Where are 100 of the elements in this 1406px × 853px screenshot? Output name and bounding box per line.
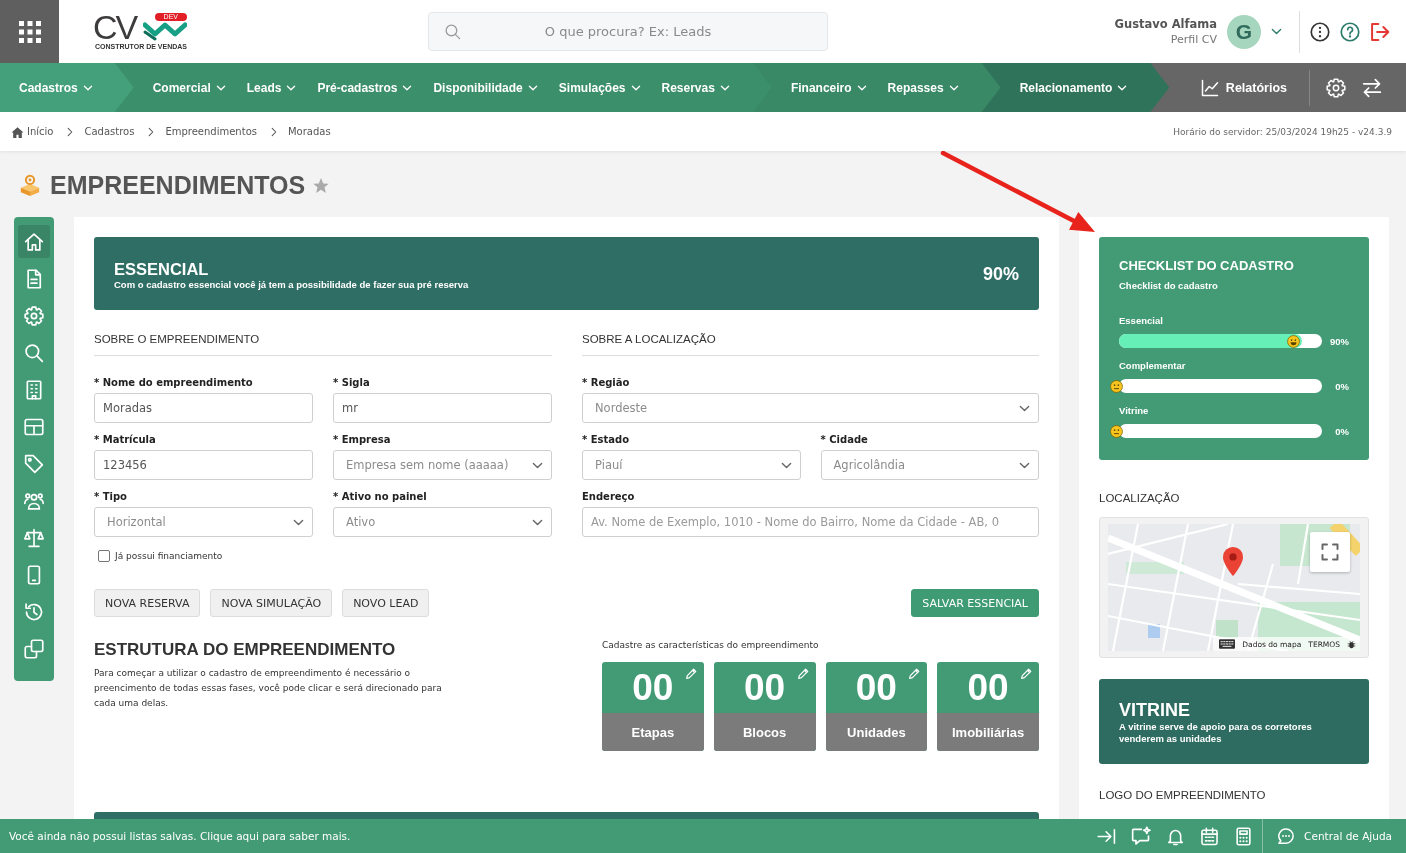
banner-subtitle: Com o cadastro essencial você já tem a possibilidade de fazer sua pré reserva — [114, 278, 469, 291]
section-heading: LOCALIZAÇÃO — [1099, 492, 1180, 504]
search-icon — [444, 23, 461, 40]
breadcrumb-link[interactable]: Cadastros — [84, 126, 135, 137]
swap-arrows-icon[interactable] — [1362, 77, 1382, 98]
select-field[interactable]: Horizontal — [94, 507, 313, 537]
field-label: * Região — [582, 376, 631, 389]
breadcrumb-link[interactable]: Início — [11, 125, 54, 138]
chevron-down-icon — [293, 518, 304, 526]
map-pin-icon[interactable] — [1222, 546, 1244, 577]
action-button[interactable]: NOVO LEAD — [342, 589, 430, 617]
nav-menu-item[interactable]: Repasses — [887, 80, 959, 95]
tile-count: 00 — [967, 667, 1009, 708]
input-field[interactable]: 123456 — [94, 450, 313, 480]
user-avatar[interactable]: G — [1227, 14, 1261, 49]
chevron-down-icon — [215, 84, 226, 91]
box-gear-icon — [19, 174, 41, 196]
section-heading: SOBRE A LOCALIZAÇÃO — [582, 333, 716, 345]
chevron-down-icon — [719, 84, 730, 91]
nav-menu-item[interactable]: Relacionamento — [1019, 80, 1128, 95]
breadcrumb-link[interactable]: Empreendimentos — [165, 126, 257, 137]
select-field[interactable]: Empresa sem nome (aaaaa) — [333, 450, 552, 480]
count-tile[interactable]: 00 Imobiliárias — [937, 662, 1039, 751]
select-field[interactable]: Nordeste — [582, 393, 1039, 423]
count-tile[interactable]: 00 Etapas — [602, 662, 704, 751]
reports-button[interactable]: Relatórios — [1200, 78, 1287, 97]
select-field[interactable]: Agricolândia — [820, 450, 1039, 480]
nav-menu-item[interactable]: Disponibilidade — [433, 80, 538, 95]
select-field[interactable]: Piauí — [582, 450, 801, 480]
nav-menu-item[interactable]: Cadastros — [19, 80, 93, 95]
logout-icon[interactable] — [1370, 21, 1390, 42]
line-chart-icon — [1200, 78, 1219, 97]
nav-menu-item[interactable]: Leads — [246, 80, 297, 95]
progress-reading: 0% — [1334, 380, 1349, 392]
home-icon — [11, 125, 24, 138]
star-icon[interactable] — [312, 176, 331, 194]
nav-menu-item[interactable]: Simulações — [558, 80, 641, 95]
sidebar-item[interactable] — [18, 225, 50, 258]
nav-menu-item[interactable]: Comercial — [152, 80, 226, 95]
keyboard-icon[interactable] — [1219, 639, 1236, 649]
settings-icon[interactable] — [1326, 77, 1346, 98]
section-heading: SOBRE O EMPREENDIMENTO — [94, 333, 260, 345]
bug-icon[interactable] — [1347, 639, 1356, 649]
gear-icon — [24, 305, 44, 326]
checkbox-label[interactable]: Já possui financiamento — [115, 551, 223, 561]
nav-menu-item[interactable]: Pré-cadastros — [317, 80, 413, 95]
nav-menu-item[interactable]: Financeiro — [790, 80, 867, 95]
field-label: * Ativo no painel — [333, 490, 428, 503]
action-button[interactable]: NOVA SIMULAÇÃO — [210, 589, 333, 617]
document-icon — [24, 268, 44, 289]
chevron-down-icon — [1019, 404, 1030, 412]
section-description: Para começar a utilizar o cadastro de empreendimento é necessário o preencimento de todas essas fases, você pode clicar e será direcionado para cada uma delas. — [94, 667, 443, 710]
logo-text: CV — [93, 12, 137, 41]
input-field[interactable]: mr — [333, 393, 552, 423]
search-field[interactable]: O que procura? Ex: Leads — [428, 12, 828, 51]
calculator-icon[interactable] — [1234, 826, 1254, 846]
input-field[interactable]: Av. Nome de Exemplo, 1010 - Nome do Bairro, Nome da Cidade - AB, 0 — [582, 507, 1039, 537]
search-icon — [24, 342, 44, 363]
field-label: Endereço — [582, 490, 636, 503]
table-icon — [24, 416, 44, 437]
pencil-icon — [684, 667, 698, 680]
fullscreen-button[interactable] — [1310, 532, 1350, 572]
chevron-down-icon — [286, 84, 297, 91]
action-button[interactable]: NOVA RESERVA — [94, 589, 201, 617]
tile-count: 00 — [855, 667, 897, 708]
field-label: * Tipo — [94, 490, 128, 503]
count-tile[interactable]: 00 Blocos — [713, 662, 816, 751]
apps-menu-button[interactable] — [0, 0, 59, 63]
select-field[interactable]: Ativo — [333, 507, 552, 537]
logo-wave-icon — [143, 21, 187, 41]
nav-menu-item[interactable]: Reservas — [661, 80, 730, 95]
fullscreen-icon — [1321, 543, 1339, 561]
field-label: * Nome do empreendimento — [94, 376, 254, 389]
calendar-icon[interactable] — [1200, 826, 1220, 846]
chevron-down-icon — [402, 84, 413, 91]
save-button[interactable]: SALVAR ESSENCIAL — [911, 589, 1039, 617]
chevron-down-icon[interactable] — [1271, 28, 1282, 35]
arrow-to-bar-icon[interactable] — [1097, 826, 1117, 846]
chat-star-icon[interactable] — [1131, 826, 1152, 846]
apps-grid-icon — [18, 20, 41, 43]
field-label: * Estado — [582, 433, 631, 446]
banner-title: VITRINE — [1119, 698, 1191, 721]
help-icon[interactable] — [1340, 21, 1360, 42]
chevron-right-icon — [67, 126, 74, 137]
chevron-down-icon — [82, 84, 93, 91]
building-icon — [24, 379, 44, 400]
help-center-button[interactable]: Central de Ajuda — [1262, 819, 1406, 853]
checkbox[interactable] — [98, 550, 110, 562]
chevron-down-icon — [1117, 84, 1128, 91]
more-options-icon[interactable] — [1310, 21, 1330, 42]
chat-icon — [1277, 827, 1296, 845]
progress-label: Vitrine — [1119, 405, 1150, 417]
input-field[interactable]: Moradas — [94, 393, 313, 423]
saved-lists-link[interactable]: Você ainda não possui listas salvas. Clique aqui para saber mais. — [0, 830, 351, 842]
count-tile[interactable]: 00 Unidades — [825, 662, 928, 751]
breadcrumb-link[interactable]: Moradas — [287, 126, 331, 137]
field-label: * Empresa — [333, 433, 392, 446]
user-name: Gustavo Alfama — [1114, 16, 1217, 32]
field-label: * Sigla — [333, 376, 371, 389]
tile-count: 00 — [632, 667, 674, 708]
